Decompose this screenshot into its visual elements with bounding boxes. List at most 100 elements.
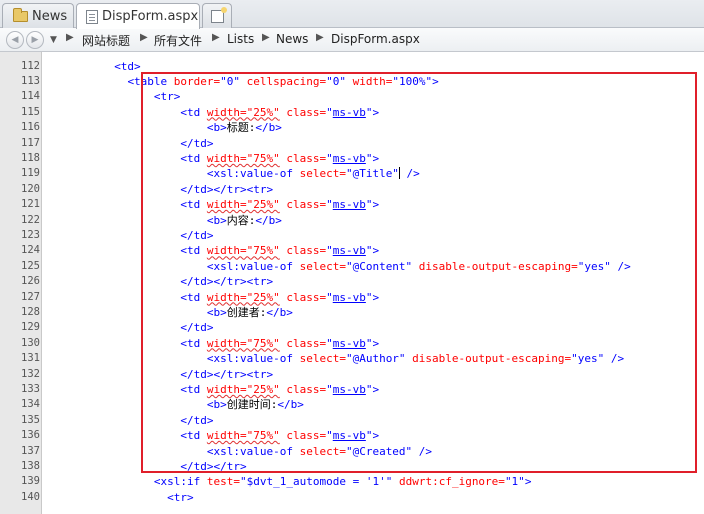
tab-news[interactable]: News (2, 3, 74, 28)
code-line[interactable]: 119 <xsl:value-of select="@Title" /> (0, 166, 704, 181)
code-text: <xsl:value-of select="@Author" disable-o… (207, 351, 624, 366)
code-line[interactable]: 118 <td width="75%" class="ms-vb"> (0, 151, 704, 166)
code-text: </td> (180, 320, 213, 335)
code-line[interactable]: 120 </td></tr><tr> (0, 182, 704, 197)
code-line[interactable]: 130 <td width="75%" class="ms-vb"> (0, 336, 704, 351)
code-token: <b> (206, 121, 227, 135)
code-token: "yes" (571, 352, 605, 366)
code-token: " (326, 382, 333, 396)
code-token: <b> (206, 305, 227, 319)
code-line[interactable]: 123 </td> (0, 228, 704, 243)
code-text: <td width="25%" class="ms-vb"> (180, 105, 379, 120)
code-token: <tr> (167, 490, 194, 504)
breadcrumb-separator-icon: ▶ (212, 32, 220, 43)
code-token: <td (180, 382, 201, 396)
code-line[interactable]: 136 <td width="75%" class="ms-vb"> (0, 428, 704, 443)
code-token: " (326, 336, 333, 350)
code-token: <table (127, 74, 168, 88)
code-line[interactable]: 126 </td></tr><tr> (0, 274, 704, 289)
breadcrumb-item-all-files[interactable]: 所有文件 (154, 32, 202, 49)
code-line[interactable]: 115 <td width="25%" class="ms-vb"> (0, 105, 704, 120)
code-token: <tr> (153, 90, 181, 104)
code-token: <xsl:if (153, 475, 201, 489)
code-line[interactable]: 132 </td></tr><tr> (0, 367, 704, 382)
code-text: <b>内容:</b> (207, 213, 282, 228)
code-line[interactable]: 121 <td width="25%" class="ms-vb"> (0, 197, 704, 212)
code-text: </td> (180, 228, 213, 243)
folder-icon (13, 7, 28, 22)
code-token: class= (279, 105, 327, 119)
code-line[interactable]: 134 <b>创建时间:</b> (0, 397, 704, 412)
history-dropdown-icon[interactable]: ▼ (50, 35, 57, 45)
code-token: ddwrt:cf_ignore= (392, 475, 505, 489)
code-text: </td></tr><tr> (180, 367, 273, 382)
code-editor[interactable]: 112 <td> 113 <table border="0" cellspacing=… (0, 52, 704, 514)
line-number: 114 (21, 90, 40, 103)
breadcrumb-separator-icon: ▶ (140, 32, 148, 43)
code-line[interactable]: 116 <b>标题:</b> (0, 120, 704, 135)
code-line[interactable]: 114 <tr> (0, 89, 704, 104)
code-line[interactable]: 135 </td> (0, 413, 704, 428)
code-token: ms-vb (332, 336, 366, 350)
line-number: 115 (21, 105, 40, 118)
breadcrumb-item-site-title[interactable]: 网站标题 (82, 32, 130, 49)
code-line[interactable]: 112 <td> (0, 59, 704, 74)
code-token: ms-vb (332, 151, 366, 165)
code-token: "0" (326, 74, 347, 88)
line-number: 123 (21, 228, 40, 241)
code-token: width="75%" (206, 244, 280, 258)
code-token: </td></tr><tr> (180, 275, 274, 289)
code-token: "> (365, 290, 380, 304)
forward-button[interactable]: ▶ (26, 31, 44, 49)
tab-dispform[interactable]: DispForm.aspx (76, 3, 200, 29)
code-line[interactable]: 113 <table border="0" cellspacing="0" wid… (0, 74, 704, 89)
code-token: width="25%" (206, 382, 280, 396)
code-line[interactable]: 139 <xsl:if test="$dvt_1_automode = '1'" … (0, 474, 704, 489)
line-number: 118 (21, 151, 40, 164)
code-line[interactable]: 138 </td></tr> (0, 459, 704, 474)
code-line[interactable]: 125 <xsl:value-of select="@Content" disab… (0, 259, 704, 274)
code-token: </td> (180, 321, 214, 335)
code-token: <td (180, 336, 201, 350)
code-token: width="25%" (206, 290, 280, 304)
code-token: select= (292, 259, 346, 273)
breadcrumb-item-news[interactable]: News (276, 32, 308, 46)
breadcrumb-item-dispform[interactable]: DispForm.aspx (331, 32, 420, 46)
code-text: </td> (180, 413, 213, 428)
code-token: 创建时间: (226, 398, 278, 412)
code-token: <td (180, 290, 201, 304)
code-token: "> (365, 382, 380, 396)
code-line[interactable]: 128 <b>创建者:</b> (0, 305, 704, 320)
line-number: 120 (21, 182, 40, 195)
code-text: <td width="75%" class="ms-vb"> (180, 428, 379, 443)
code-line[interactable]: 129 </td> (0, 320, 704, 335)
new-tab-button[interactable] (202, 3, 232, 28)
code-token: class= (279, 382, 327, 396)
code-token: /> (610, 259, 631, 273)
code-text: <table border="0" cellspacing="0" width=… (127, 74, 438, 89)
code-token: <xsl:value-of (206, 259, 293, 273)
code-line[interactable]: 140 <tr> (0, 490, 704, 505)
code-line[interactable]: 131 <xsl:value-of select="@Author" disabl… (0, 351, 704, 366)
code-token: <td (180, 198, 201, 212)
code-token: cellspacing= (240, 74, 327, 88)
code-line[interactable]: 137 <xsl:value-of select="@Created" /> (0, 444, 704, 459)
code-text: <td width="75%" class="ms-vb"> (180, 151, 379, 166)
code-token: <b> (206, 213, 227, 227)
code-line[interactable]: 127 <td width="25%" class="ms-vb"> (0, 290, 704, 305)
code-token: "@Title" (345, 167, 399, 181)
code-line[interactable]: 122 <b>内容:</b> (0, 213, 704, 228)
code-token: disable-output-escaping= (405, 352, 572, 366)
code-token: <td> (114, 59, 141, 73)
code-token: 标题: (226, 121, 256, 135)
code-token: class= (279, 429, 327, 443)
breadcrumb-item-lists[interactable]: Lists (227, 32, 254, 46)
code-line[interactable]: 133 <td width="25%" class="ms-vb"> (0, 382, 704, 397)
code-line[interactable]: 124 <td width="75%" class="ms-vb"> (0, 243, 704, 258)
back-button[interactable]: ◀ (6, 31, 24, 49)
code-text: <b>标题:</b> (207, 120, 282, 135)
code-token: width="75%" (206, 151, 280, 165)
code-token: "> (365, 151, 380, 165)
code-line[interactable]: 117 </td> (0, 136, 704, 151)
